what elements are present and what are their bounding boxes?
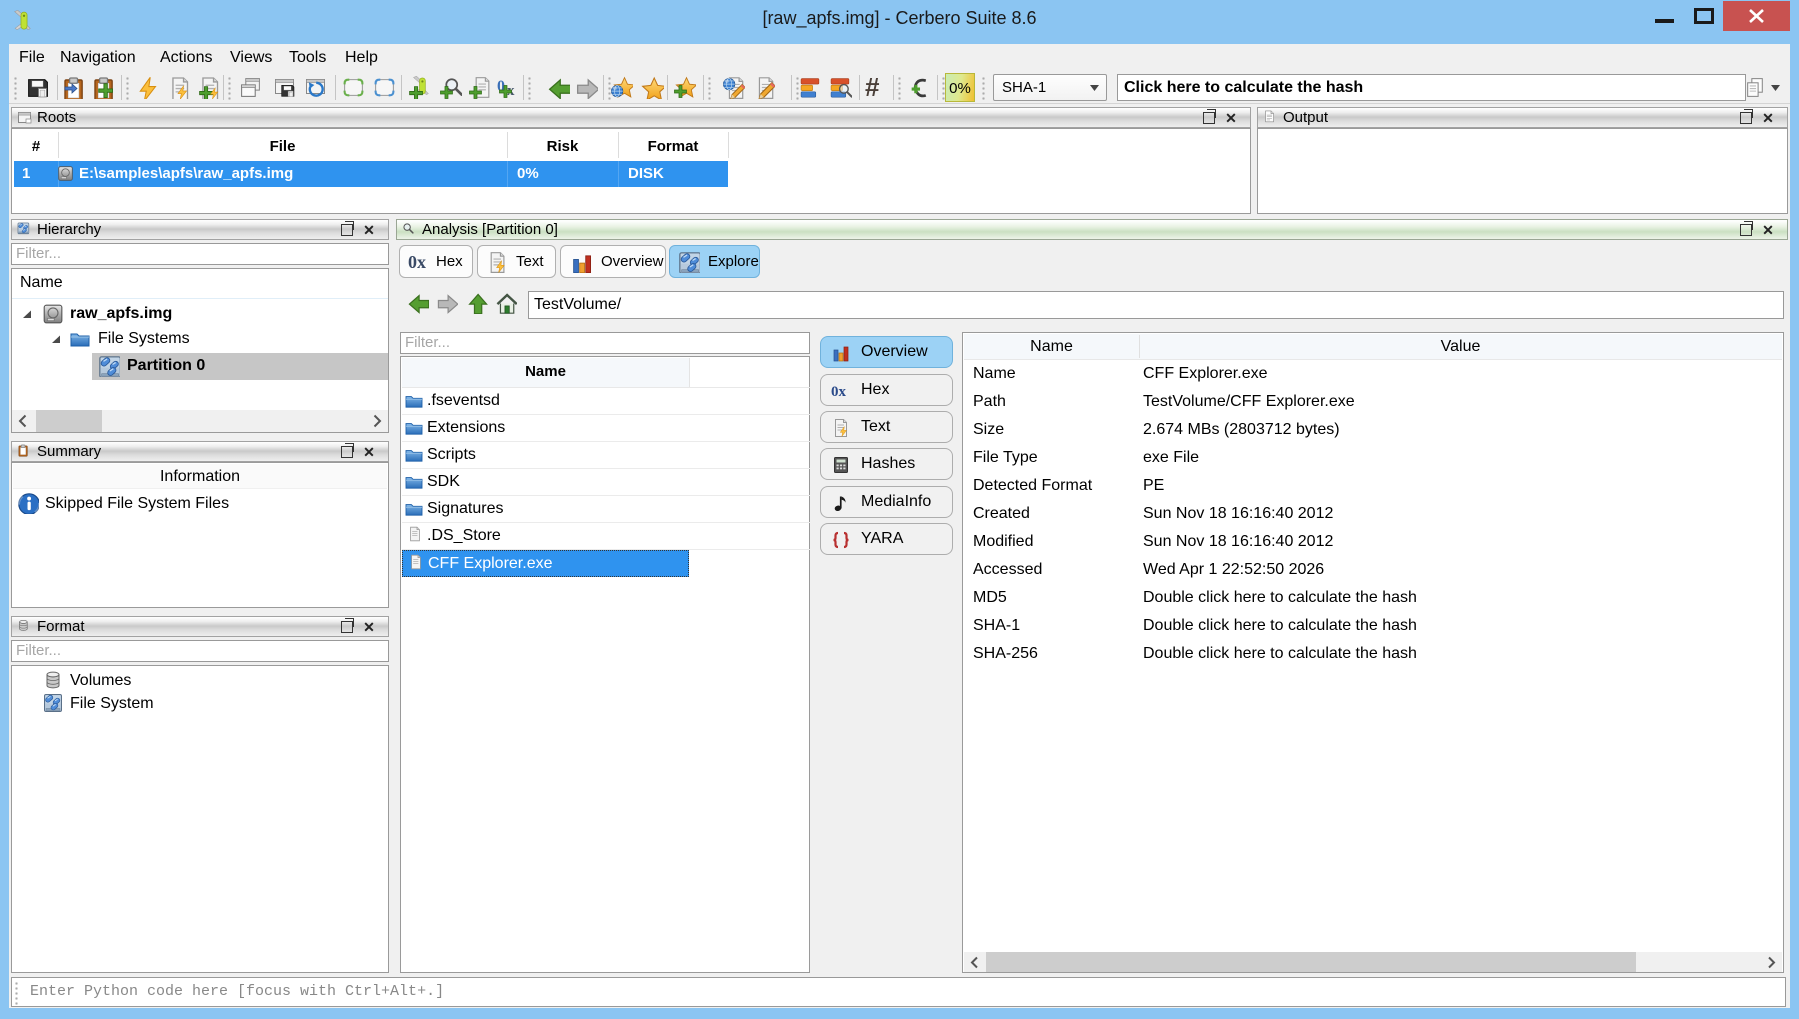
svg-text:0x: 0x [831,384,847,400]
svg-text:#: # [865,76,880,99]
svg-text:0x: 0x [408,252,426,272]
